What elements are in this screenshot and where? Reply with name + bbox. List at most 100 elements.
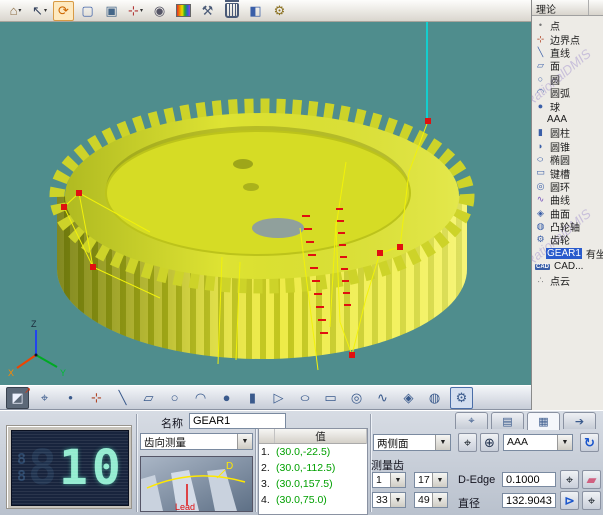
- ellipse-icon: ○: [533, 154, 549, 165]
- zoom-region-button[interactable]: ▢: [77, 1, 98, 21]
- dedge-pick-button[interactable]: ⌖: [560, 470, 579, 489]
- tree-header[interactable]: 理论: [532, 0, 603, 16]
- value-list-header[interactable]: 值: [259, 429, 367, 444]
- chevron-down-icon: ▾: [140, 7, 143, 14]
- tree-item-circle[interactable]: ○ 圆: [532, 73, 603, 86]
- tools-button[interactable]: ⚒: [197, 1, 218, 21]
- gear-edit-button[interactable]: ⚙: [269, 1, 290, 21]
- diameter-run-button[interactable]: ⊳: [560, 491, 579, 510]
- export-arrow-icon: ➔: [575, 415, 584, 428]
- plane-feature-button[interactable]: ▱: [138, 388, 159, 408]
- 3d-viewport[interactable]: Z X Y: [0, 22, 531, 385]
- diameter-pick-button[interactable]: ⌖: [582, 491, 601, 510]
- refresh-button[interactable]: ↻: [580, 433, 599, 452]
- tooth-to-1-select[interactable]: 17 ▼: [414, 472, 448, 488]
- cylinder-feature-button[interactable]: ▮: [242, 388, 263, 408]
- tree-item-cylinder[interactable]: ▮ 圆柱: [532, 126, 603, 139]
- tree-item-ellipse[interactable]: ○ 椭圆: [532, 153, 603, 166]
- tree-item-boundary-point[interactable]: ⊹ 边界点: [532, 32, 603, 45]
- tree-item-curve[interactable]: ∿ 曲线: [532, 193, 603, 206]
- view-mode-button[interactable]: ◩ ↗: [6, 387, 29, 409]
- tooth-from-2-select[interactable]: 33 ▼: [372, 492, 406, 508]
- curve-feature-button[interactable]: ∿: [372, 388, 393, 408]
- arc-feature-button[interactable]: ◠: [190, 388, 211, 408]
- circle-feature-button[interactable]: ○: [164, 388, 185, 408]
- tree-item-plane[interactable]: ▱ 面: [532, 59, 603, 72]
- gear-inner-face: [106, 131, 410, 255]
- feature-name-input[interactable]: [189, 413, 286, 429]
- tree-item-torus[interactable]: ◎ 圆环: [532, 180, 603, 193]
- program-tab[interactable]: ▤: [491, 412, 524, 429]
- cube-select-icon: ◧: [249, 3, 261, 19]
- slot-feature-button[interactable]: ▭: [320, 388, 341, 408]
- dropdown-arrow-icon: ▼: [390, 473, 405, 487]
- report-tab[interactable]: ➔: [563, 412, 596, 429]
- measure-teeth-label: 测量齿: [371, 457, 404, 473]
- line-feature-button[interactable]: ╲: [112, 388, 133, 408]
- probe-add-button[interactable]: ⊕: [480, 433, 499, 452]
- tree-item-point[interactable]: • 点: [532, 19, 603, 32]
- ellipse-icon: ○: [299, 390, 310, 405]
- tree-item-camshaft[interactable]: ◍ 凸轮轴: [532, 220, 603, 233]
- surface-feature-button[interactable]: ◈: [398, 388, 419, 408]
- tree-item-sphere[interactable]: ● 球: [532, 99, 603, 112]
- measure-mode-select[interactable]: 齿向测量 ▼: [140, 433, 253, 450]
- tree-item-arc[interactable]: ◠ 圆弧: [532, 86, 603, 99]
- cone-feature-button[interactable]: ▷: [268, 388, 289, 408]
- camshaft-feature-button[interactable]: ◍: [424, 388, 445, 408]
- color-settings-button[interactable]: [173, 1, 194, 21]
- flank-select[interactable]: 两侧面 ▼: [373, 434, 451, 451]
- datum-select[interactable]: AAA ▼: [503, 434, 573, 451]
- pointer-button[interactable]: ↖ ▾: [29, 1, 50, 21]
- point-feature-button[interactable]: •: [60, 388, 81, 408]
- tree-item-line[interactable]: ╲ 直线: [532, 46, 603, 59]
- line-icon: ╲: [535, 47, 546, 58]
- probe-tab[interactable]: ⌖: [455, 412, 488, 429]
- tree-item-surface[interactable]: ◈ 曲面: [532, 206, 603, 219]
- probe-button[interactable]: ⌖: [34, 388, 55, 408]
- tree-item-aaa[interactable]: AAA: [532, 113, 603, 126]
- axis-z-label: Z: [31, 319, 37, 329]
- chevron-down-icon: ▾: [44, 7, 47, 14]
- visibility-button[interactable]: ◉: [149, 1, 170, 21]
- value-row[interactable]: 2. (30.0,-112.5): [259, 460, 367, 476]
- pick-model-button[interactable]: ◧: [245, 1, 266, 21]
- probe-icon: ⌖: [468, 415, 474, 428]
- dedge-erase-button[interactable]: ▰: [582, 470, 601, 489]
- value-row[interactable]: 3. (30.0,157.5): [259, 476, 367, 492]
- tree-header-theory[interactable]: 理论: [532, 0, 589, 15]
- axes-icon: ⊹: [91, 390, 102, 406]
- coordinate-system-button[interactable]: ⊹ ▾: [125, 1, 146, 21]
- gear-edit-icon: ⚙: [274, 3, 286, 19]
- arc-icon: ◠: [535, 87, 546, 98]
- home-button[interactable]: ⌂ ▾: [5, 1, 26, 21]
- tree-item-gear[interactable]: ⚙ 齿轮: [532, 233, 603, 246]
- point-counter-display: 8 8 8 10: [6, 425, 132, 509]
- value-row[interactable]: 1. (30.0,-22.5): [259, 444, 367, 460]
- sphere-feature-button[interactable]: ●: [216, 388, 237, 408]
- value-row[interactable]: 4. (30.0,75.0): [259, 492, 367, 508]
- tree-item-gear1[interactable]: GEAR1 有坐: [532, 247, 603, 260]
- delete-button[interactable]: [221, 1, 242, 21]
- rotate-view-button[interactable]: ⟳: [53, 1, 74, 21]
- tree-item-cad[interactable]: CAD CAD...: [532, 260, 603, 273]
- snapshot-button[interactable]: ▣: [101, 1, 122, 21]
- tooth-from-1-select[interactable]: 1 ▼: [372, 472, 406, 488]
- tooth-to-2-select[interactable]: 49 ▼: [414, 492, 448, 508]
- surface-icon: ◈: [535, 208, 546, 219]
- sphere-icon: ●: [223, 390, 231, 405]
- ellipse-feature-button[interactable]: ○: [294, 388, 315, 408]
- datum-value: AAA: [504, 435, 557, 450]
- tree-item-cone[interactable]: ◗ 圆锥: [532, 140, 603, 153]
- worksheet-tab[interactable]: ▦: [527, 412, 560, 430]
- gear-model: [57, 106, 467, 359]
- tree-item-slot[interactable]: ▭ 键槽: [532, 166, 603, 179]
- dedge-input[interactable]: [502, 472, 556, 487]
- diameter-input[interactable]: [502, 493, 556, 508]
- torus-feature-button[interactable]: ◎: [346, 388, 367, 408]
- probe-config-button[interactable]: ⌖: [458, 433, 477, 452]
- tree-header-col2: [589, 0, 603, 15]
- coordinate-feature-button[interactable]: ⊹: [86, 388, 107, 408]
- gear-feature-button[interactable]: ⚙: [450, 387, 473, 409]
- tree-item-point-cloud[interactable]: ∴ 点云: [532, 273, 603, 286]
